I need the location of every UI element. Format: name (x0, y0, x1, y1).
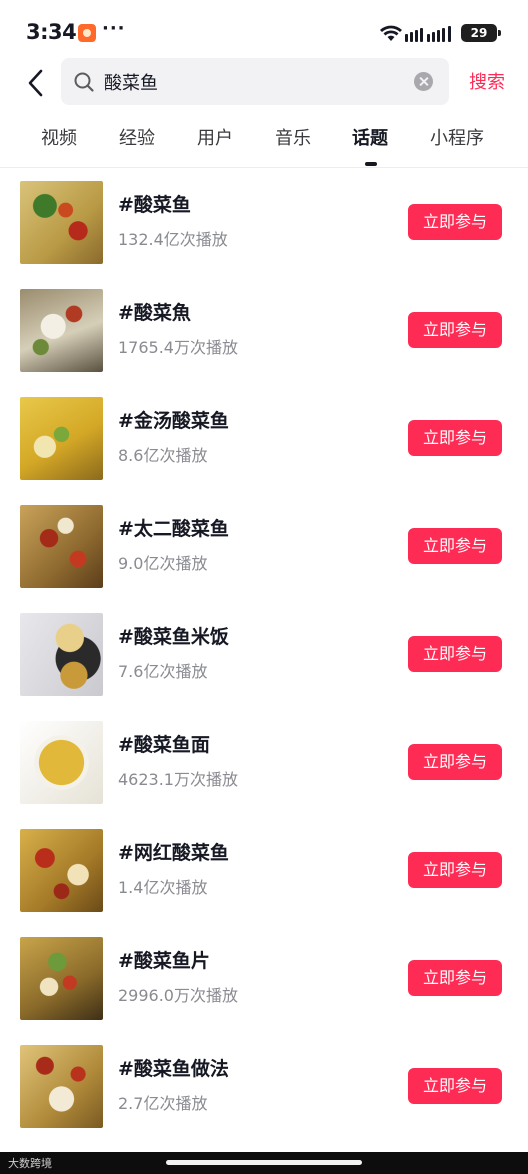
clear-search-icon[interactable] (414, 72, 433, 91)
search-input[interactable]: 酸菜鱼 (61, 58, 449, 105)
app-notification-icon (78, 24, 96, 42)
join-topic-button[interactable]: 立即参与 (408, 528, 502, 564)
topic-play-count: 9.0亿次播放 (118, 554, 208, 573)
topic-thumbnail (20, 613, 103, 696)
list-item[interactable]: #酸菜鱼做法 2.7亿次播放 立即参与 (0, 1032, 528, 1140)
list-item[interactable]: #酸菜鱼面 4623.1万次播放 立即参与 (0, 708, 528, 816)
list-item[interactable]: #酸菜鱼米饭 7.6亿次播放 立即参与 (0, 600, 528, 708)
search-submit-button[interactable]: 搜索 (469, 68, 505, 94)
topic-thumbnail (20, 937, 103, 1020)
tab-users[interactable]: 用户 (197, 124, 233, 150)
status-bar: 3:34 ··· 29 (0, 0, 528, 62)
topic-play-count: 7.6亿次播放 (118, 662, 208, 681)
topic-play-count: 8.6亿次播放 (118, 446, 208, 465)
join-topic-button[interactable]: 立即参与 (408, 1068, 502, 1104)
topic-thumbnail (20, 181, 103, 264)
search-icon (74, 72, 94, 92)
active-tab-indicator (365, 162, 377, 166)
signal-icon (405, 26, 451, 42)
wifi-icon (380, 25, 402, 41)
home-bar: 大数跨境 (0, 1152, 528, 1174)
tab-music[interactable]: 音乐 (275, 124, 311, 150)
search-category-tabs: 视频 经验 用户 音乐 话题 小程序 (0, 124, 528, 166)
topic-thumbnail (20, 829, 103, 912)
home-indicator[interactable] (166, 1160, 362, 1165)
topic-title: #太二酸菜鱼 (118, 518, 229, 540)
topic-play-count: 132.4亿次播放 (118, 230, 228, 249)
chevron-left-icon (28, 69, 43, 97)
topic-thumbnail (20, 1045, 103, 1128)
list-item[interactable]: #网红酸菜鱼 1.4亿次播放 立即参与 (0, 816, 528, 924)
join-topic-button[interactable]: 立即参与 (408, 960, 502, 996)
list-item[interactable]: #酸菜鱼片 2996.0万次播放 立即参与 (0, 924, 528, 1032)
list-item[interactable]: #金汤酸菜鱼 8.6亿次播放 立即参与 (0, 384, 528, 492)
list-item[interactable]: #酸菜鱼 132.4亿次播放 立即参与 (0, 168, 528, 276)
join-topic-button[interactable]: 立即参与 (408, 636, 502, 672)
topic-title: #金汤酸菜鱼 (118, 410, 229, 432)
join-topic-button[interactable]: 立即参与 (408, 204, 502, 240)
topic-title: #酸菜魚 (118, 302, 191, 324)
list-item[interactable]: #酸菜魚 1765.4万次播放 立即参与 (0, 276, 528, 384)
topic-thumbnail (20, 721, 103, 804)
topic-play-count: 2.7亿次播放 (118, 1094, 208, 1113)
topic-play-count: 2996.0万次播放 (118, 986, 238, 1005)
topic-play-count: 1.4亿次播放 (118, 878, 208, 897)
status-more-indicator: ··· (102, 18, 126, 39)
tab-topics[interactable]: 话题 (352, 124, 388, 150)
topic-title: #酸菜鱼米饭 (118, 626, 229, 648)
join-topic-button[interactable]: 立即参与 (408, 852, 502, 888)
list-item[interactable]: #太二酸菜鱼 9.0亿次播放 立即参与 (0, 492, 528, 600)
topic-title: #酸菜鱼 (118, 194, 191, 216)
join-topic-button[interactable]: 立即参与 (408, 744, 502, 780)
topic-title: #酸菜鱼片 (118, 950, 210, 972)
tab-mini-programs[interactable]: 小程序 (430, 124, 484, 150)
battery-indicator: 29 (461, 24, 501, 42)
search-query-text: 酸菜鱼 (104, 73, 158, 94)
status-time: 3:34 (26, 20, 77, 44)
watermark-text: 大数跨境 (8, 1157, 52, 1170)
tab-experience[interactable]: 经验 (119, 124, 155, 150)
join-topic-button[interactable]: 立即参与 (408, 312, 502, 348)
topic-play-count: 1765.4万次播放 (118, 338, 238, 357)
topic-title: #酸菜鱼做法 (118, 1058, 229, 1080)
topic-title: #网红酸菜鱼 (118, 842, 229, 864)
tab-video[interactable]: 视频 (41, 124, 77, 150)
topic-thumbnail (20, 289, 103, 372)
topic-thumbnail (20, 505, 103, 588)
back-button[interactable] (20, 65, 50, 101)
topic-thumbnail (20, 397, 103, 480)
join-topic-button[interactable]: 立即参与 (408, 420, 502, 456)
topic-title: #酸菜鱼面 (118, 734, 210, 756)
topic-play-count: 4623.1万次播放 (118, 770, 238, 789)
